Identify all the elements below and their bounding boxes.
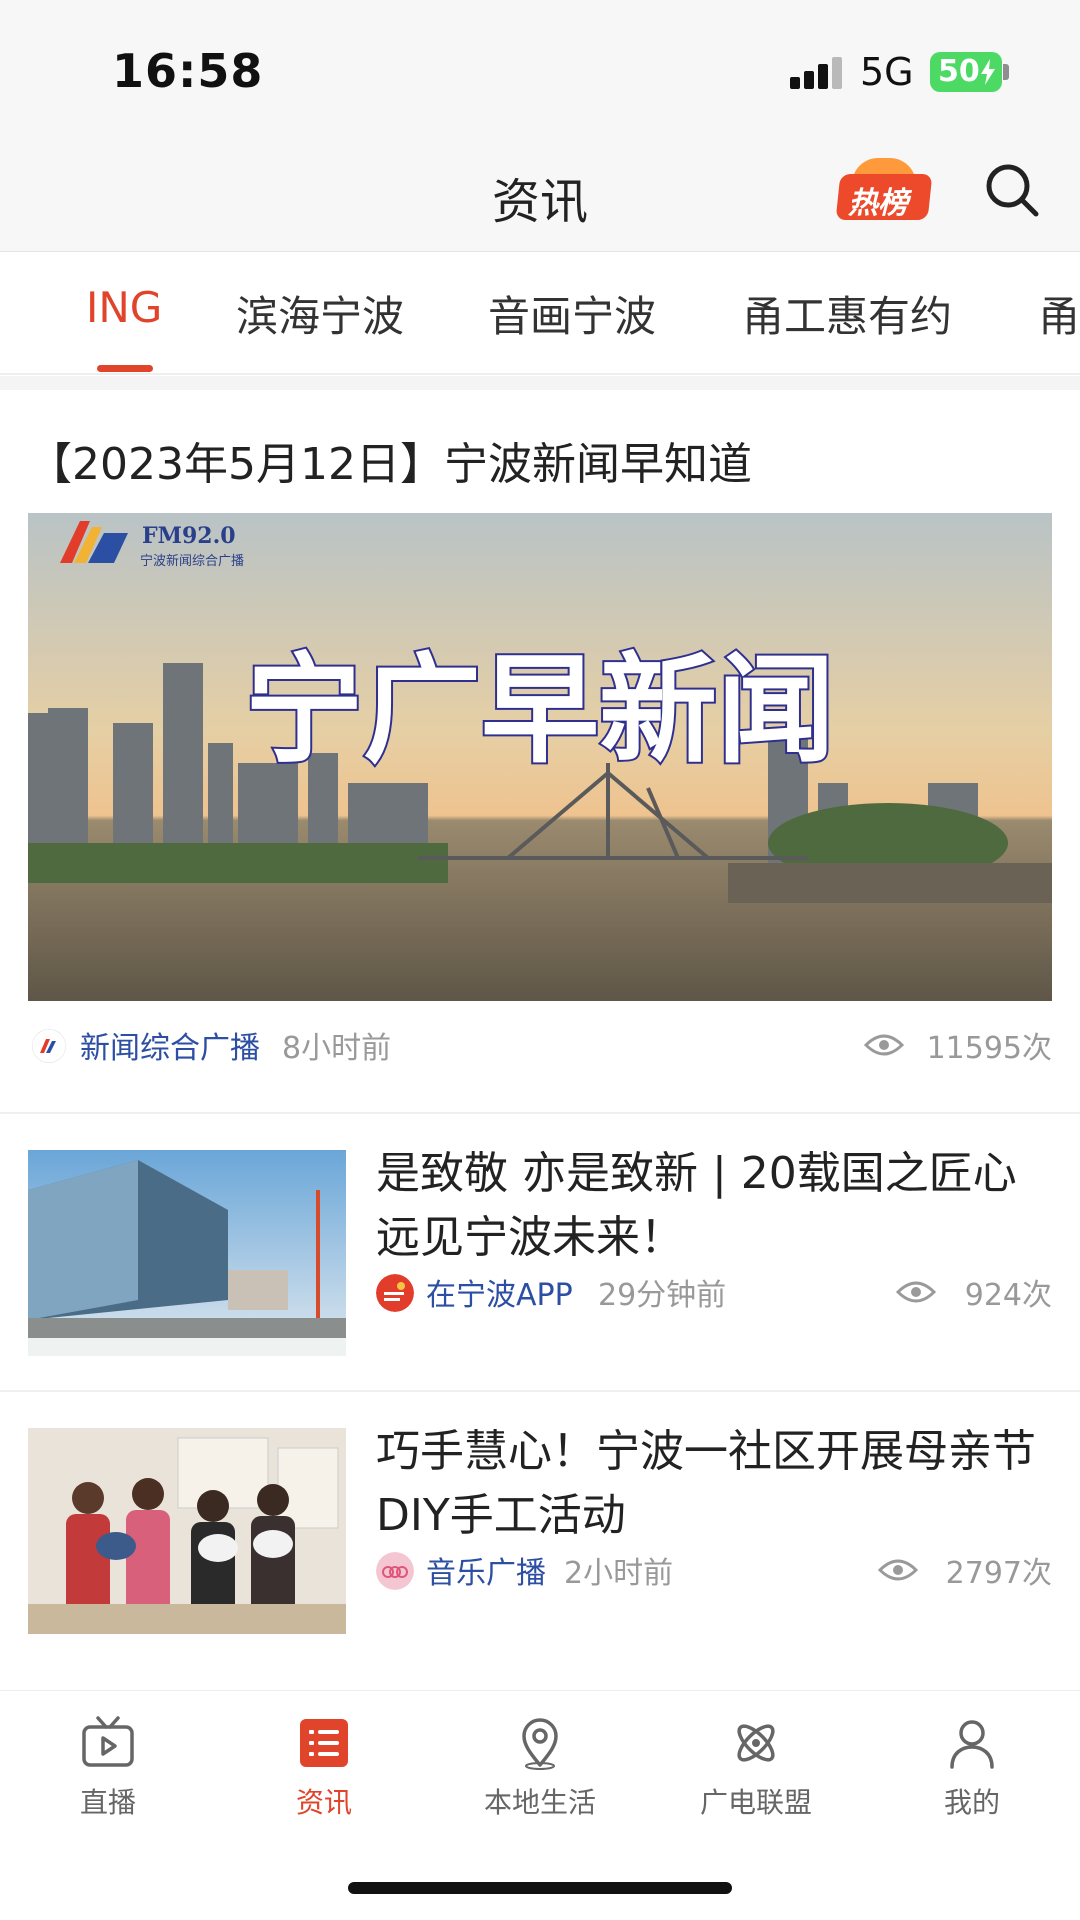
view-count: 2797次 bbox=[945, 1556, 1052, 1591]
tab-more[interactable]: 甬 bbox=[1038, 283, 1080, 344]
status-time: 16:58 bbox=[112, 44, 264, 98]
charging-bolt-icon bbox=[981, 59, 995, 85]
active-tab-indicator bbox=[97, 365, 153, 372]
source-name[interactable]: 在宁波APP bbox=[426, 1270, 573, 1314]
article-thumbnail[interactable] bbox=[28, 1150, 346, 1356]
home-indicator[interactable] bbox=[348, 1882, 732, 1894]
top-header: 资讯 热榜 bbox=[0, 140, 1080, 252]
news-list-icon bbox=[300, 1719, 348, 1767]
signal-icon bbox=[790, 55, 842, 89]
article-meta: 在宁波APP 29分钟前 924次 bbox=[0, 1270, 1080, 1314]
hot-list-button[interactable]: 热榜 bbox=[835, 158, 933, 221]
battery-icon: 50 bbox=[930, 52, 1002, 92]
nav-live[interactable]: 直播 bbox=[38, 1715, 178, 1821]
article-title: 是致敬 亦是致新 | 20载国之匠心 远见宁波未来！ bbox=[376, 1148, 1017, 1263]
hot-list-label: 热榜 bbox=[848, 186, 908, 221]
view-count: 924次 bbox=[964, 1278, 1052, 1313]
featured-meta: 新闻综合广播 8小时前 11595次 bbox=[0, 1023, 1080, 1067]
status-bar: 16:58 5G 50 bbox=[0, 0, 1080, 140]
article-title: 巧手慧心！宁波一社区开展母亲节DIY手工活动 bbox=[376, 1426, 1036, 1541]
source-name[interactable]: 新闻综合广播 bbox=[80, 1023, 260, 1067]
time-ago: 29分钟前 bbox=[598, 1278, 727, 1313]
featured-image[interactable]: FM92.0 宁波新闻综合广播 宁广早新闻 bbox=[28, 513, 1052, 1001]
nav-label: 资讯 bbox=[295, 1786, 352, 1819]
source-name[interactable]: 音乐广播 bbox=[426, 1548, 546, 1592]
tab-ing[interactable]: ING bbox=[86, 283, 162, 332]
station-logo-icon bbox=[32, 1029, 66, 1063]
list-item[interactable]: 是致敬 亦是致新 | 20载国之匠心 远见宁波未来！ 在宁波APP 29分钟前 … bbox=[0, 1114, 1080, 1388]
station-code: FM92.0 bbox=[142, 523, 236, 549]
map-pin-icon bbox=[522, 1718, 558, 1770]
view-count: 11595次 bbox=[926, 1031, 1052, 1066]
article-thumbnail[interactable] bbox=[28, 1428, 346, 1634]
time-ago: 2小时前 bbox=[564, 1556, 674, 1591]
nav-profile[interactable]: 我的 bbox=[902, 1715, 1042, 1821]
network-type: 5G bbox=[860, 50, 914, 94]
atom-icon bbox=[737, 1724, 775, 1762]
battery-cap bbox=[1003, 64, 1009, 80]
article-meta: 音乐广播 2小时前 2797次 bbox=[0, 1548, 1080, 1592]
nav-label: 我的 bbox=[943, 1786, 1000, 1819]
section-gap bbox=[0, 376, 1080, 390]
nav-label: 广电联盟 bbox=[699, 1786, 812, 1819]
zai-ningbo-logo-icon bbox=[376, 1274, 414, 1312]
featured-image-headline: 宁广早新闻 bbox=[245, 641, 835, 779]
user-icon bbox=[950, 1720, 994, 1769]
search-icon[interactable] bbox=[982, 160, 1042, 220]
nav-local-life[interactable]: 本地生活 bbox=[470, 1715, 610, 1821]
featured-title: 【2023年5月12日】宁波新闻早知道 bbox=[28, 439, 752, 490]
nav-media-alliance[interactable]: 广电联盟 bbox=[686, 1715, 826, 1821]
category-tabs: ING 滨海宁波 音画宁波 甬工惠有约 甬 bbox=[0, 253, 1080, 375]
time-ago: 8小时前 bbox=[282, 1031, 392, 1066]
tv-icon bbox=[82, 1716, 134, 1767]
eye-icon bbox=[864, 1034, 904, 1056]
station-name: 宁波新闻综合广播 bbox=[140, 553, 244, 569]
tab-yonggong[interactable]: 甬工惠有约 bbox=[742, 283, 952, 344]
eye-icon bbox=[896, 1281, 936, 1303]
nav-label: 直播 bbox=[79, 1786, 136, 1819]
featured-article[interactable]: 【2023年5月12日】宁波新闻早知道 FM92.0 宁波新闻综合广播 宁广早新… bbox=[0, 390, 1080, 1110]
eye-icon bbox=[878, 1559, 918, 1581]
battery-level: 50 bbox=[938, 54, 980, 89]
list-item[interactable]: 巧手慧心！宁波一社区开展母亲节DIY手工活动 音乐广播 2小时前 2797次 bbox=[0, 1392, 1080, 1668]
tab-binhai-ningbo[interactable]: 滨海宁波 bbox=[236, 283, 404, 344]
tab-yinhua-ningbo[interactable]: 音画宁波 bbox=[488, 283, 656, 344]
nav-label: 本地生活 bbox=[483, 1786, 596, 1819]
music-radio-logo-icon bbox=[376, 1552, 414, 1590]
nav-news[interactable]: 资讯 bbox=[254, 1715, 394, 1821]
